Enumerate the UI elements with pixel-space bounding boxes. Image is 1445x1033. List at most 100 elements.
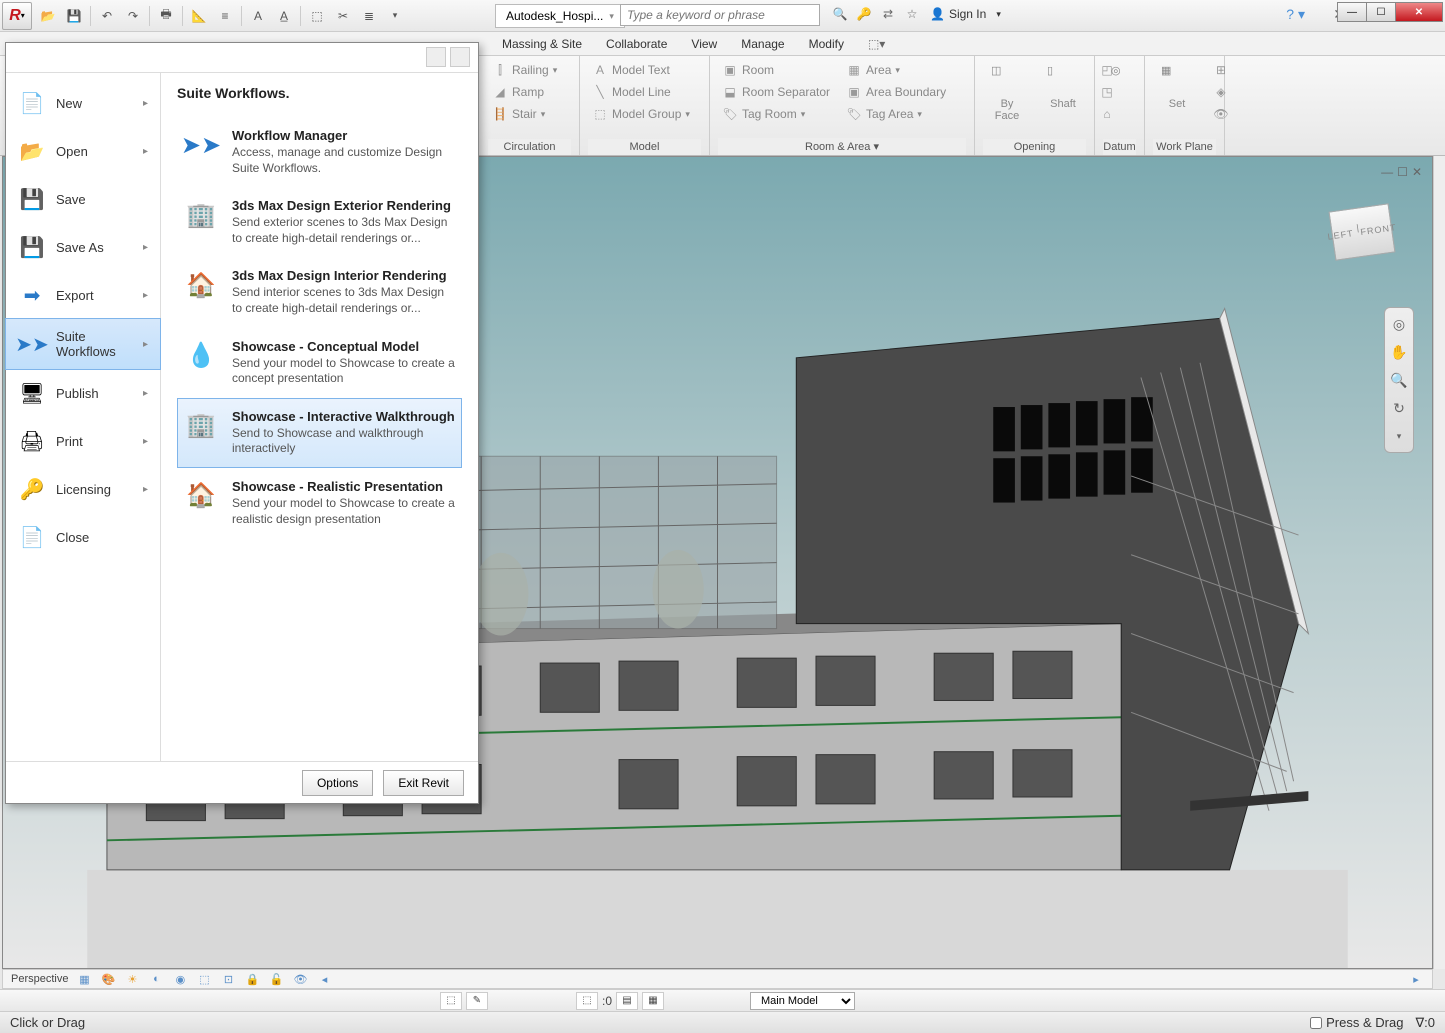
menu-suite-workflows[interactable]: ➤➤Suite Workflows▸ <box>5 318 161 370</box>
menu-close[interactable]: 📄Close <box>6 513 160 561</box>
sun-path-icon[interactable]: ☀ <box>124 971 140 987</box>
workflow-interior-item[interactable]: 🏠 3ds Max Design Interior RenderingSend … <box>177 257 462 327</box>
workflow-manager-item[interactable]: ➤➤ Workflow ManagerAccess, manage and cu… <box>177 117 462 187</box>
tab-extra-icon[interactable]: ⬚▾ <box>856 33 897 55</box>
worksets-icon[interactable]: ⬚ <box>440 992 462 1010</box>
vp-minimize-icon[interactable]: — <box>1381 165 1393 179</box>
app-menu-button[interactable]: R▾ <box>2 2 32 30</box>
scroll-right-icon[interactable]: ▸ <box>1408 971 1424 987</box>
rendering-icon[interactable]: ◉ <box>172 971 188 987</box>
set-workplane-button[interactable]: ▦Set <box>1153 60 1201 139</box>
print-icon[interactable]: 🖶 <box>154 4 178 28</box>
view-control-bar: Perspective ▦ 🎨 ☀ ◐ ◉ ⬚ ⊡ 🔒 🔓 👁 ◂ ▸ <box>2 969 1433 989</box>
shaft-button[interactable]: ▯Shaft <box>1039 60 1087 139</box>
minimize-button[interactable]: — <box>1337 2 1367 22</box>
tab-manage[interactable]: Manage <box>729 33 796 55</box>
areabound-icon: ▣ <box>846 84 862 100</box>
model-line-button[interactable]: ╲Model Line <box>588 82 694 102</box>
workflow-exterior-item[interactable]: 🏢 3ds Max Design Exterior RenderingSend … <box>177 187 462 257</box>
show-workplane-button[interactable]: ⊞ <box>1209 60 1233 80</box>
undo-icon[interactable]: ↶ <box>95 4 119 28</box>
section-icon[interactable]: ✂ <box>331 4 355 28</box>
design-options-icon[interactable]: ⬚ <box>576 992 598 1010</box>
room-button[interactable]: ▣Room <box>718 60 834 80</box>
area-button[interactable]: ▦Area <box>842 60 950 80</box>
editable-icon[interactable]: ▤ <box>616 992 638 1010</box>
workflow-realistic-item[interactable]: 🏠 Showcase - Realistic PresentationSend … <box>177 468 462 538</box>
vp-maximize-icon[interactable]: ☐ <box>1397 165 1408 179</box>
menu-publish[interactable]: 🖥Publish▸ <box>6 369 160 417</box>
menu-export[interactable]: ➡Export▸ <box>6 271 160 319</box>
tag-icon[interactable]: ⬚ <box>305 4 329 28</box>
search-input[interactable] <box>620 4 820 26</box>
help-icon[interactable]: ? ▾ <box>1286 6 1305 23</box>
open-icon[interactable]: 📂 <box>36 4 60 28</box>
tab-collaborate[interactable]: Collaborate <box>594 33 679 55</box>
recent-large-icon[interactable] <box>450 47 470 67</box>
tab-massing-site[interactable]: Massing & Site <box>490 33 594 55</box>
maximize-button[interactable]: ☐ <box>1366 2 1396 22</box>
exit-revit-button[interactable]: Exit Revit <box>383 770 464 796</box>
stair-button[interactable]: 🪜Stair <box>488 104 561 124</box>
align-icon[interactable]: ≡ <box>213 4 237 28</box>
tab-view[interactable]: View <box>679 33 729 55</box>
key-icon[interactable]: 🔑 <box>854 4 874 24</box>
workflow-walkthrough-item[interactable]: 🏢 Showcase - Interactive WalkthroughSend… <box>177 398 462 468</box>
room-separator-button[interactable]: ⬓Room Separator <box>718 82 834 102</box>
editable-only-icon[interactable]: ✎ <box>466 992 488 1010</box>
ref-plane-button[interactable]: ◈ <box>1209 82 1233 102</box>
unlock-icon[interactable]: 🔓 <box>268 971 284 987</box>
detail-level-icon[interactable]: ▦ <box>76 971 92 987</box>
panel-datum-label: Datum <box>1103 139 1136 155</box>
list-icon[interactable]: ≣ <box>357 4 381 28</box>
search-icon[interactable]: 🔍 <box>830 4 850 24</box>
menu-print[interactable]: 🖨Print▸ <box>6 417 160 465</box>
viewcube[interactable]: LEFT | FRONT <box>1332 207 1402 277</box>
favorite-icon[interactable]: ☆ <box>902 4 922 24</box>
menu-new[interactable]: 📄New▸ <box>6 79 160 127</box>
workflow-conceptual-item[interactable]: 💧 Showcase - Conceptual ModelSend your m… <box>177 328 462 398</box>
menu-open[interactable]: 📂Open▸ <box>6 127 160 175</box>
shadows-icon[interactable]: ◐ <box>148 971 164 987</box>
exchange-icon[interactable]: ⇄ <box>878 4 898 24</box>
close-button[interactable]: ✕ <box>1395 2 1443 22</box>
document-tab[interactable]: Autodesk_Hospi...▾ <box>495 4 625 28</box>
set-icon: ▦ <box>1161 64 1193 96</box>
tag-area-button[interactable]: 🏷Tag Area <box>842 104 950 124</box>
measure-icon[interactable]: 📐 <box>187 4 211 28</box>
menu-save[interactable]: 💾Save <box>6 175 160 223</box>
dim-icon[interactable]: A̲ <box>272 4 296 28</box>
visual-style-icon[interactable]: 🎨 <box>100 971 116 987</box>
menu-saveas[interactable]: 💾Save As▸ <box>6 223 160 271</box>
area-boundary-button[interactable]: ▣Area Boundary <box>842 82 950 102</box>
model-group-button[interactable]: ⬚Model Group <box>588 104 694 124</box>
by-face-button[interactable]: ◫By Face <box>983 60 1031 139</box>
options-button[interactable]: Options <box>302 770 373 796</box>
model-text-button[interactable]: AModel Text <box>588 60 694 80</box>
railing-button[interactable]: ⫿Railing <box>488 60 561 80</box>
viewer-button[interactable]: 👁 <box>1209 104 1233 124</box>
filter-icon[interactable]: ∇:0 <box>1415 1015 1435 1031</box>
signin-button[interactable]: 👤 Sign In ▾ <box>930 7 1001 21</box>
save-icon[interactable]: 💾 <box>62 4 86 28</box>
press-drag-checkbox[interactable]: Press & Drag <box>1310 1015 1403 1030</box>
reveal-icon[interactable]: ◂ <box>316 971 332 987</box>
ramp-button[interactable]: ◢Ramp <box>488 82 561 102</box>
datum-button[interactable]: ◎ <box>1103 60 1151 139</box>
recent-small-icon[interactable] <box>426 47 446 67</box>
redo-icon[interactable]: ↷ <box>121 4 145 28</box>
text-icon[interactable]: A <box>246 4 270 28</box>
lock-3d-icon[interactable]: 🔒 <box>244 971 260 987</box>
qat-dropdown-icon[interactable]: ▾ <box>383 4 407 28</box>
main-model-select[interactable]: Main Model <box>750 992 855 1010</box>
menu-licensing[interactable]: 🔑Licensing▸ <box>6 465 160 513</box>
tab-modify[interactable]: Modify <box>797 33 856 55</box>
active-only-icon[interactable]: ▦ <box>642 992 664 1010</box>
vertical-scrollbar[interactable] <box>1433 156 1445 969</box>
panel-room-area-label: Room & Area ▾ <box>718 138 966 155</box>
crop-region-icon[interactable]: ⊡ <box>220 971 236 987</box>
temp-hide-icon[interactable]: 👁 <box>292 971 308 987</box>
tag-room-button[interactable]: 🏷Tag Room <box>718 104 834 124</box>
vp-close-icon[interactable]: ✕ <box>1412 165 1422 179</box>
crop-view-icon[interactable]: ⬚ <box>196 971 212 987</box>
